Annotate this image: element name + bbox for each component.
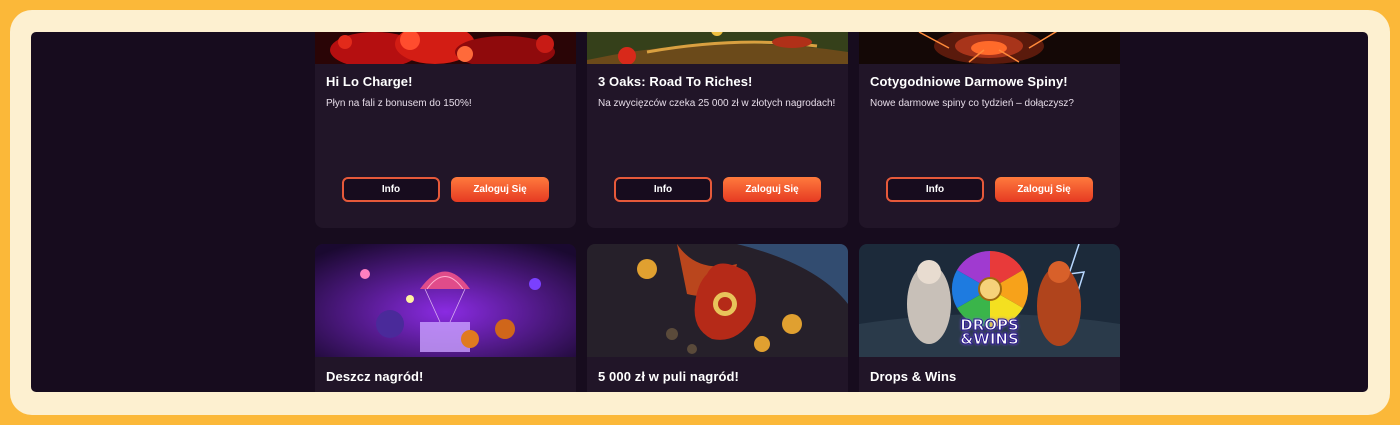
promo-banner-image: [587, 32, 848, 64]
login-button[interactable]: Zaloguj Się: [995, 177, 1093, 202]
promo-banner-image: [859, 32, 1120, 64]
promo-title: Drops & Wins: [870, 369, 957, 384]
promo-card: 5 000 zł w puli nagród!: [587, 244, 848, 392]
promo-card: Hi Lo Charge! Płyn na fali z bonusem do …: [315, 32, 576, 228]
promotions-grid: Hi Lo Charge! Płyn na fali z bonusem do …: [31, 32, 1368, 392]
promo-description: Płyn na fali z bonusem do 150%!: [326, 98, 472, 109]
info-button[interactable]: Info: [614, 177, 712, 202]
promo-card: 3 Oaks: Road To Riches! Na zwycięzców cz…: [587, 32, 848, 228]
promo-title: Deszcz nagród!: [326, 369, 424, 384]
info-button[interactable]: Info: [886, 177, 984, 202]
promo-banner-image[interactable]: [315, 244, 576, 357]
promo-banner-image: [315, 32, 576, 64]
login-button[interactable]: Zaloguj Się: [451, 177, 549, 202]
promo-title: 3 Oaks: Road To Riches!: [598, 74, 753, 89]
promo-banner-image[interactable]: DROPS &WINS: [859, 244, 1120, 357]
promo-description: Nowe darmowe spiny co tydzień – dołączys…: [870, 98, 1074, 109]
promo-title: 5 000 zł w puli nagród!: [598, 369, 739, 384]
promo-card: DROPS &WINS Drops & Wins: [859, 244, 1120, 392]
promo-description: Na zwycięzców czeka 25 000 zł w złotych …: [598, 98, 836, 109]
promo-banner-image[interactable]: [587, 244, 848, 357]
info-button[interactable]: Info: [342, 177, 440, 202]
promo-title: Hi Lo Charge!: [326, 74, 413, 89]
drops-wins-logo: DROPS &WINS: [960, 316, 1020, 348]
promo-card: Deszcz nagród!: [315, 244, 576, 392]
promo-card: Cotygodniowe Darmowe Spiny! Nowe darmowe…: [859, 32, 1120, 228]
login-button[interactable]: Zaloguj Się: [723, 177, 821, 202]
promo-title: Cotygodniowe Darmowe Spiny!: [870, 74, 1068, 89]
